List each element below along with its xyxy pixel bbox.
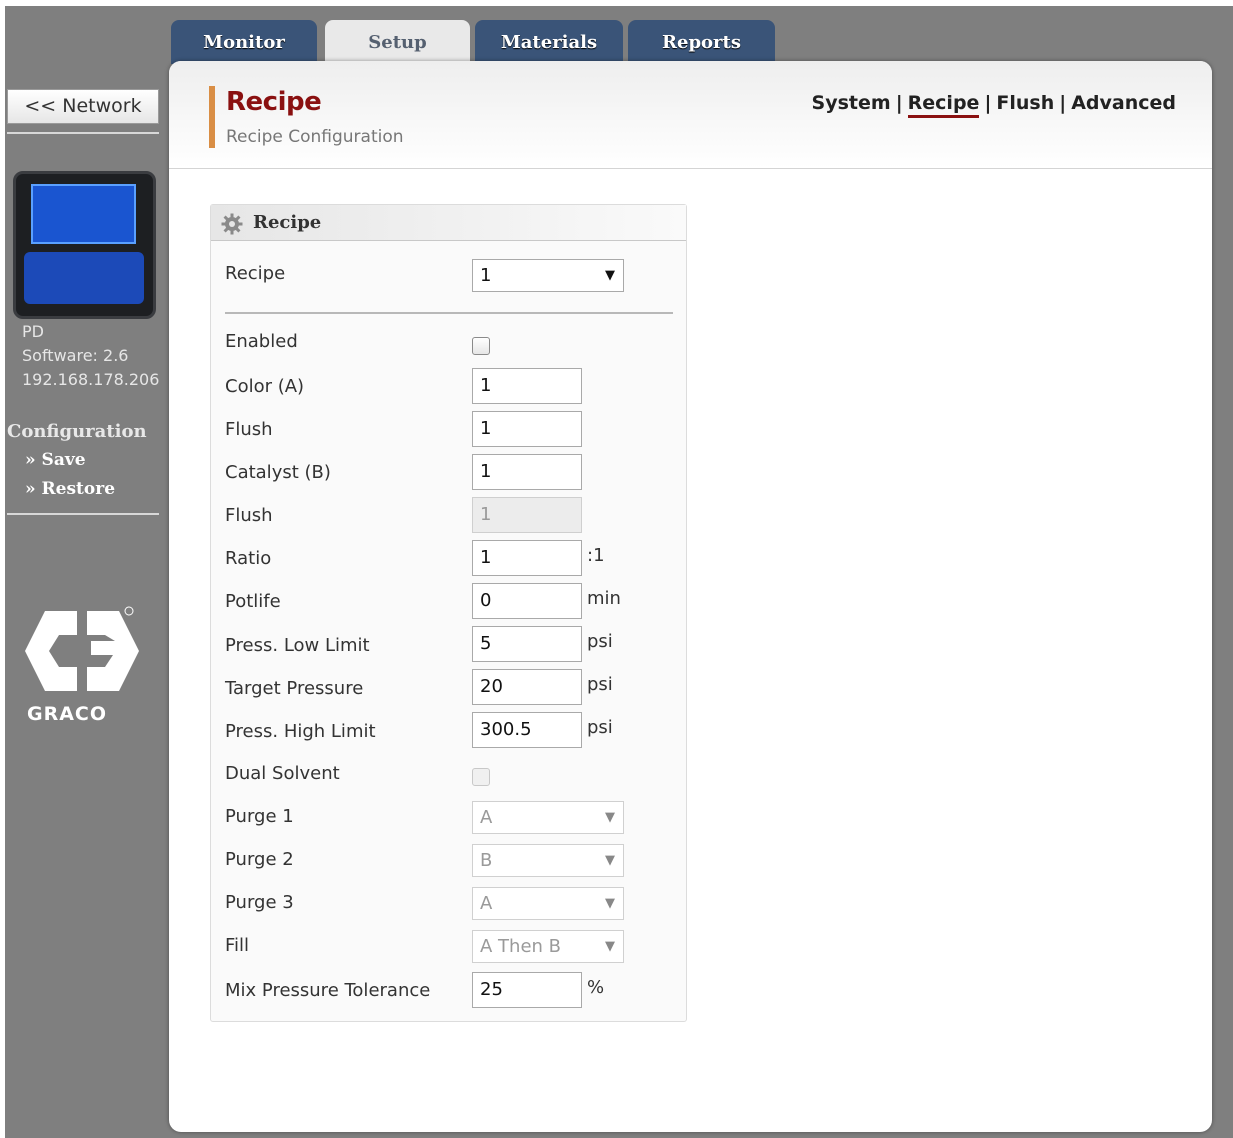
device-image [13, 171, 156, 319]
tab-materials[interactable]: Materials [475, 20, 623, 64]
purge-3-value: A [480, 893, 493, 914]
mix-pressure-tolerance-label: Mix Pressure Tolerance [225, 980, 431, 1001]
device-screen [31, 184, 136, 244]
subnav-flush[interactable]: Flush [996, 92, 1054, 114]
sidebar-divider [7, 132, 159, 134]
press-high-input[interactable]: 300.5 [472, 712, 582, 748]
enabled-label: Enabled [225, 331, 298, 352]
chevron-down-icon: ▼ [605, 896, 615, 911]
subnav-separator: | [984, 92, 992, 114]
configuration-title: Configuration [7, 421, 147, 442]
subnav-separator: | [1059, 92, 1067, 114]
dual-solvent-label: Dual Solvent [225, 763, 340, 784]
save-link[interactable]: » Save [25, 450, 86, 470]
mix-pressure-tolerance-unit: % [587, 977, 605, 998]
press-high-label: Press. High Limit [225, 721, 376, 742]
sub-navigation: System | Recipe | Flush | Advanced [812, 92, 1176, 118]
purge-2-select: B ▼ [472, 844, 624, 877]
color-a-input[interactable]: 1 [472, 368, 582, 404]
target-pressure-input[interactable]: 20 [472, 669, 582, 705]
recipe-label: Recipe [225, 263, 286, 284]
press-high-unit: psi [587, 717, 613, 738]
fill-select: A Then B ▼ [472, 930, 624, 963]
potlife-label: Potlife [225, 591, 281, 612]
device-name: PD [22, 322, 44, 341]
purge-3-label: Purge 3 [225, 892, 294, 913]
sidebar-divider-2 [7, 513, 159, 515]
main-panel: Recipe Recipe Configuration System | Recip… [169, 61, 1212, 1132]
device-ip: 192.168.178.206 [22, 370, 160, 389]
purge-1-label: Purge 1 [225, 806, 294, 827]
purge-3-select: A ▼ [472, 887, 624, 920]
flush-a-label: Flush [225, 419, 273, 440]
gear-icon [221, 213, 243, 235]
purge-2-value: B [480, 850, 493, 871]
color-a-label: Color (A) [225, 376, 305, 397]
title-accent-bar [209, 86, 215, 148]
page-subtitle: Recipe Configuration [226, 127, 404, 147]
tab-monitor[interactable]: Monitor [171, 20, 317, 64]
graco-logo: GRACO [25, 601, 140, 731]
ratio-label: Ratio [225, 548, 272, 569]
purge-2-label: Purge 2 [225, 849, 294, 870]
ratio-input[interactable]: 1 [472, 540, 582, 576]
flush-b-input: 1 [472, 497, 582, 533]
subnav-recipe[interactable]: Recipe [907, 92, 980, 118]
enabled-checkbox[interactable] [472, 337, 490, 355]
chevron-down-icon: ▼ [605, 268, 615, 283]
target-pressure-unit: psi [587, 674, 613, 695]
press-low-input[interactable]: 5 [472, 626, 582, 662]
chevron-down-icon: ▼ [605, 939, 615, 954]
panel-header: Recipe [211, 205, 686, 241]
panel-title: Recipe [253, 212, 322, 233]
fill-value: A Then B [480, 936, 561, 957]
form-divider [225, 312, 673, 314]
press-low-unit: psi [587, 631, 613, 652]
tab-reports[interactable]: Reports [628, 20, 775, 64]
fill-label: Fill [225, 935, 250, 956]
recipe-select[interactable]: 1 ▼ [472, 259, 624, 292]
software-version: Software: 2.6 [22, 346, 129, 365]
chevron-down-icon: ▼ [605, 810, 615, 825]
page-header: Recipe Recipe Configuration System | Recip… [169, 61, 1212, 169]
mix-pressure-tolerance-input[interactable]: 25 [472, 972, 582, 1008]
press-low-label: Press. Low Limit [225, 635, 370, 656]
catalyst-b-input[interactable]: 1 [472, 454, 582, 490]
recipe-select-value: 1 [480, 265, 492, 286]
device-keypad [24, 252, 144, 304]
potlife-unit: min [587, 588, 621, 609]
restore-link[interactable]: » Restore [25, 479, 115, 499]
logo-text: GRACO [27, 703, 108, 725]
dual-solvent-checkbox [472, 768, 490, 786]
flush-a-input[interactable]: 1 [472, 411, 582, 447]
potlife-input[interactable]: 0 [472, 583, 582, 619]
target-pressure-label: Target Pressure [225, 678, 364, 699]
subnav-advanced[interactable]: Advanced [1071, 92, 1176, 114]
subnav-separator: | [895, 92, 903, 114]
purge-1-select: A ▼ [472, 801, 624, 834]
flush-b-label: Flush [225, 505, 273, 526]
subnav-system[interactable]: System [812, 92, 891, 114]
chevron-down-icon: ▼ [605, 853, 615, 868]
catalyst-b-label: Catalyst (B) [225, 462, 331, 483]
purge-1-value: A [480, 807, 493, 828]
page-title: Recipe [226, 87, 322, 117]
recipe-form-panel: Recipe Recipe 1 ▼ Enabled Color (A) 1 Fl… [210, 204, 687, 1022]
network-button[interactable]: << Network [7, 89, 159, 124]
graco-logo-icon [25, 606, 139, 691]
app-frame: Monitor Setup Materials Reports << Netwo… [5, 6, 1233, 1138]
ratio-unit: :1 [587, 545, 605, 566]
